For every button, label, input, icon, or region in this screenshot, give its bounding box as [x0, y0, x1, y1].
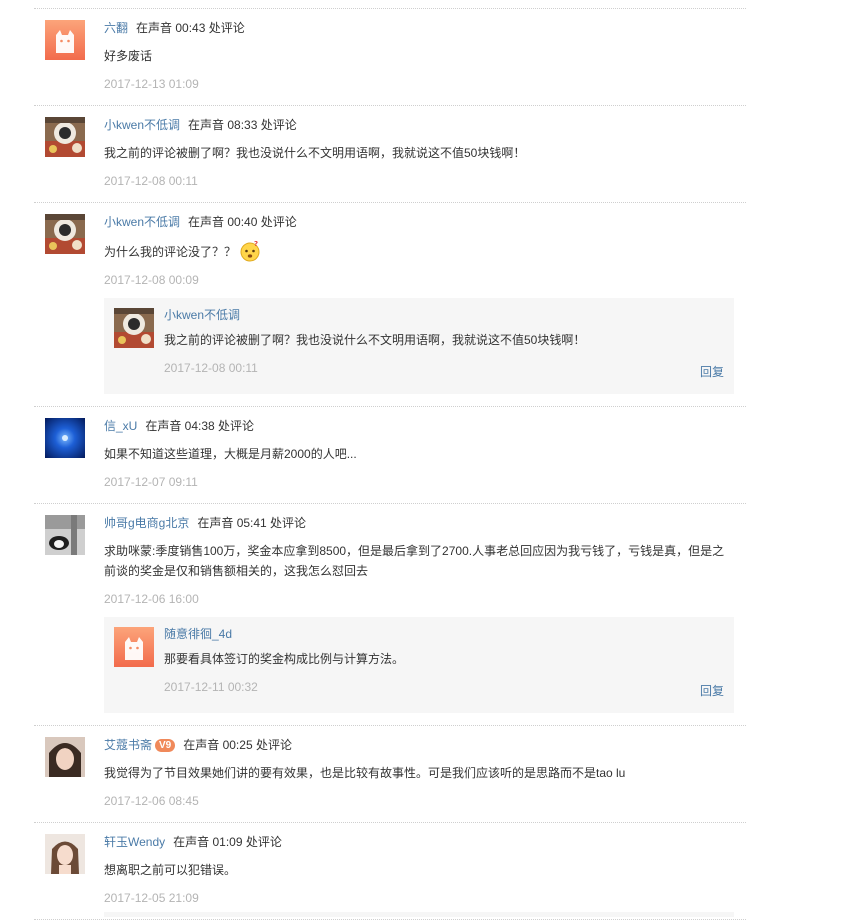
confused-face-emoji: [239, 240, 261, 262]
comment-time: 2017-12-08 00:11: [104, 174, 198, 188]
reply-text: 那要看具体签订的奖金构成比例与计算方法。: [164, 652, 405, 666]
comment-list: 六翻 在声音 00:43 处评论好多废话 2017-12-13 01:09 小kwen…: [34, 8, 746, 920]
next-reply-box-edge: [104, 912, 734, 917]
comment-meta: 小kwen不低调 在声音 00:40 处评论: [104, 213, 746, 231]
comment-text-content: 想离职之前可以犯错误。: [104, 863, 237, 877]
comment-meta: 轩玉Wendy 在声音 01:09 处评论: [104, 833, 746, 851]
comment-position: 在声音 08:33 处评论: [188, 118, 297, 132]
comment-time: 2017-12-06 16:00: [104, 592, 199, 606]
cat-default-avatar[interactable]: [114, 627, 154, 667]
comment-text-content: 为什么我的评论没了？？: [104, 245, 237, 259]
photo-food-avatar[interactable]: [114, 308, 154, 348]
comment-position: 在声音 01:09 处评论: [173, 835, 282, 849]
comment-position: 在声音 05:41 处评论: [197, 516, 307, 530]
comment-time: 2017-12-08 00:09: [104, 273, 199, 287]
comment-item: 帅哥g电商g北京 在声音 05:41 处评论求助咪蒙:季度销售100万，奖金本应拿…: [34, 504, 746, 726]
comment-text-content: 如果不知道这些道理，大概是月薪2000的人吧...: [104, 447, 357, 461]
comment-text: 我之前的评论被删了啊？我也没说什么不文明用语啊，我就说这不值50块钱啊！: [104, 143, 732, 163]
reply-button[interactable]: 回复: [700, 682, 724, 699]
comment-time: 2017-12-07 09:11: [104, 475, 198, 489]
reply-box: 随意徘徊_4d 那要看具体签订的奖金构成比例与计算方法。 2017-12-11 00…: [104, 617, 734, 713]
comment-text-content: 好多废话: [104, 49, 153, 63]
comment-item: 小kwen不低调 在声音 00:40 处评论 为什么我的评论没了？？ 2017-12-…: [34, 203, 746, 407]
reply-text: 我之前的评论被删了啊？我也没说什么不文明用语啊，我就说这不值50块钱啊！: [164, 333, 586, 347]
comment-position: 在声音 04:38 处评论: [145, 419, 255, 433]
cat-default-avatar[interactable]: [45, 20, 85, 60]
comment-time: 2017-12-13 01:09: [104, 77, 199, 91]
comment-time: 2017-12-05 21:09: [104, 891, 199, 905]
username-link[interactable]: 轩玉Wendy: [104, 835, 165, 849]
blue-light-avatar[interactable]: [45, 418, 85, 458]
photo-food-avatar[interactable]: [45, 117, 85, 157]
comment-time: 2017-12-06 08:45: [104, 794, 199, 808]
reply-button[interactable]: 回复: [700, 363, 724, 380]
comment-item: 六翻 在声音 00:43 处评论好多废话 2017-12-13 01:09: [34, 9, 746, 106]
comment-meta: 帅哥g电商g北京 在声音 05:41 处评论: [104, 514, 746, 532]
comment-item: 艾蔻书斋 V9 在声音 00:25 处评论我觉得为了节目效果她们讲的要有效果，也是比…: [34, 726, 746, 823]
comment-text: 想离职之前可以犯错误。: [104, 860, 732, 880]
comment-text: 为什么我的评论没了？？: [104, 240, 732, 262]
comment-text-content: 我之前的评论被删了啊？我也没说什么不文明用语啊，我就说这不值50块钱啊！: [104, 146, 526, 160]
username-link[interactable]: 艾蔻书斋: [104, 738, 152, 752]
comment-position: 在声音 00:40 处评论: [188, 215, 297, 229]
reply-username-link[interactable]: 小kwen不低调: [164, 308, 240, 322]
comment-text-content: 我觉得为了节目效果她们讲的要有效果，也是比较有故事性。可是我们应该听的是思路而不…: [104, 766, 626, 780]
username-link[interactable]: 信_xU: [104, 419, 137, 433]
comment-item: 轩玉Wendy 在声音 01:09 处评论想离职之前可以犯错误。 2017-12-0…: [34, 823, 746, 920]
comment-meta: 小kwen不低调 在声音 08:33 处评论: [104, 116, 746, 134]
comment-meta: 信_xU 在声音 04:38 处评论: [104, 417, 746, 435]
comment-text: 如果不知道这些道理，大概是月薪2000的人吧...: [104, 444, 732, 464]
comment-text: 求助咪蒙:季度销售100万，奖金本应拿到8500，但是最后拿到了2700.人事老…: [104, 541, 732, 581]
photo-girl-avatar[interactable]: [45, 834, 85, 874]
photo-food-avatar[interactable]: [45, 214, 85, 254]
comment-item: 信_xU 在声音 04:38 处评论如果不知道这些道理，大概是月薪2000的人吧.…: [34, 407, 746, 504]
comment-item: 小kwen不低调 在声音 08:33 处评论我之前的评论被删了啊？我也没说什么不文…: [34, 106, 746, 203]
reply-box: 小kwen不低调我之前的评论被删了啊？我也没说什么不文明用语啊，我就说这不值50…: [104, 298, 734, 394]
comment-text: 我觉得为了节目效果她们讲的要有效果，也是比较有故事性。可是我们应该听的是思路而不…: [104, 763, 732, 783]
username-link[interactable]: 小kwen不低调: [104, 118, 180, 132]
username-link[interactable]: 六翻: [104, 21, 128, 35]
photo-cat-avatar[interactable]: [45, 515, 85, 555]
comment-meta: 艾蔻书斋 V9 在声音 00:25 处评论: [104, 736, 746, 754]
reply-time: 2017-12-11 00:32: [164, 680, 258, 694]
username-link[interactable]: 小kwen不低调: [104, 215, 180, 229]
comment-position: 在声音 00:43 处评论: [136, 21, 245, 35]
username-link[interactable]: 帅哥g电商g北京: [104, 516, 189, 530]
reply-username-link[interactable]: 随意徘徊_4d: [164, 627, 232, 641]
reply-time: 2017-12-08 00:11: [164, 361, 258, 375]
comment-meta: 六翻 在声音 00:43 处评论: [104, 19, 746, 37]
photo-woman-avatar[interactable]: [45, 737, 85, 777]
comment-text-content: 求助咪蒙:季度销售100万，奖金本应拿到8500，但是最后拿到了2700.人事老…: [104, 544, 725, 578]
comment-text: 好多废话: [104, 46, 732, 66]
vip-badge: V9: [155, 739, 176, 752]
comment-position: 在声音 00:25 处评论: [183, 738, 292, 752]
